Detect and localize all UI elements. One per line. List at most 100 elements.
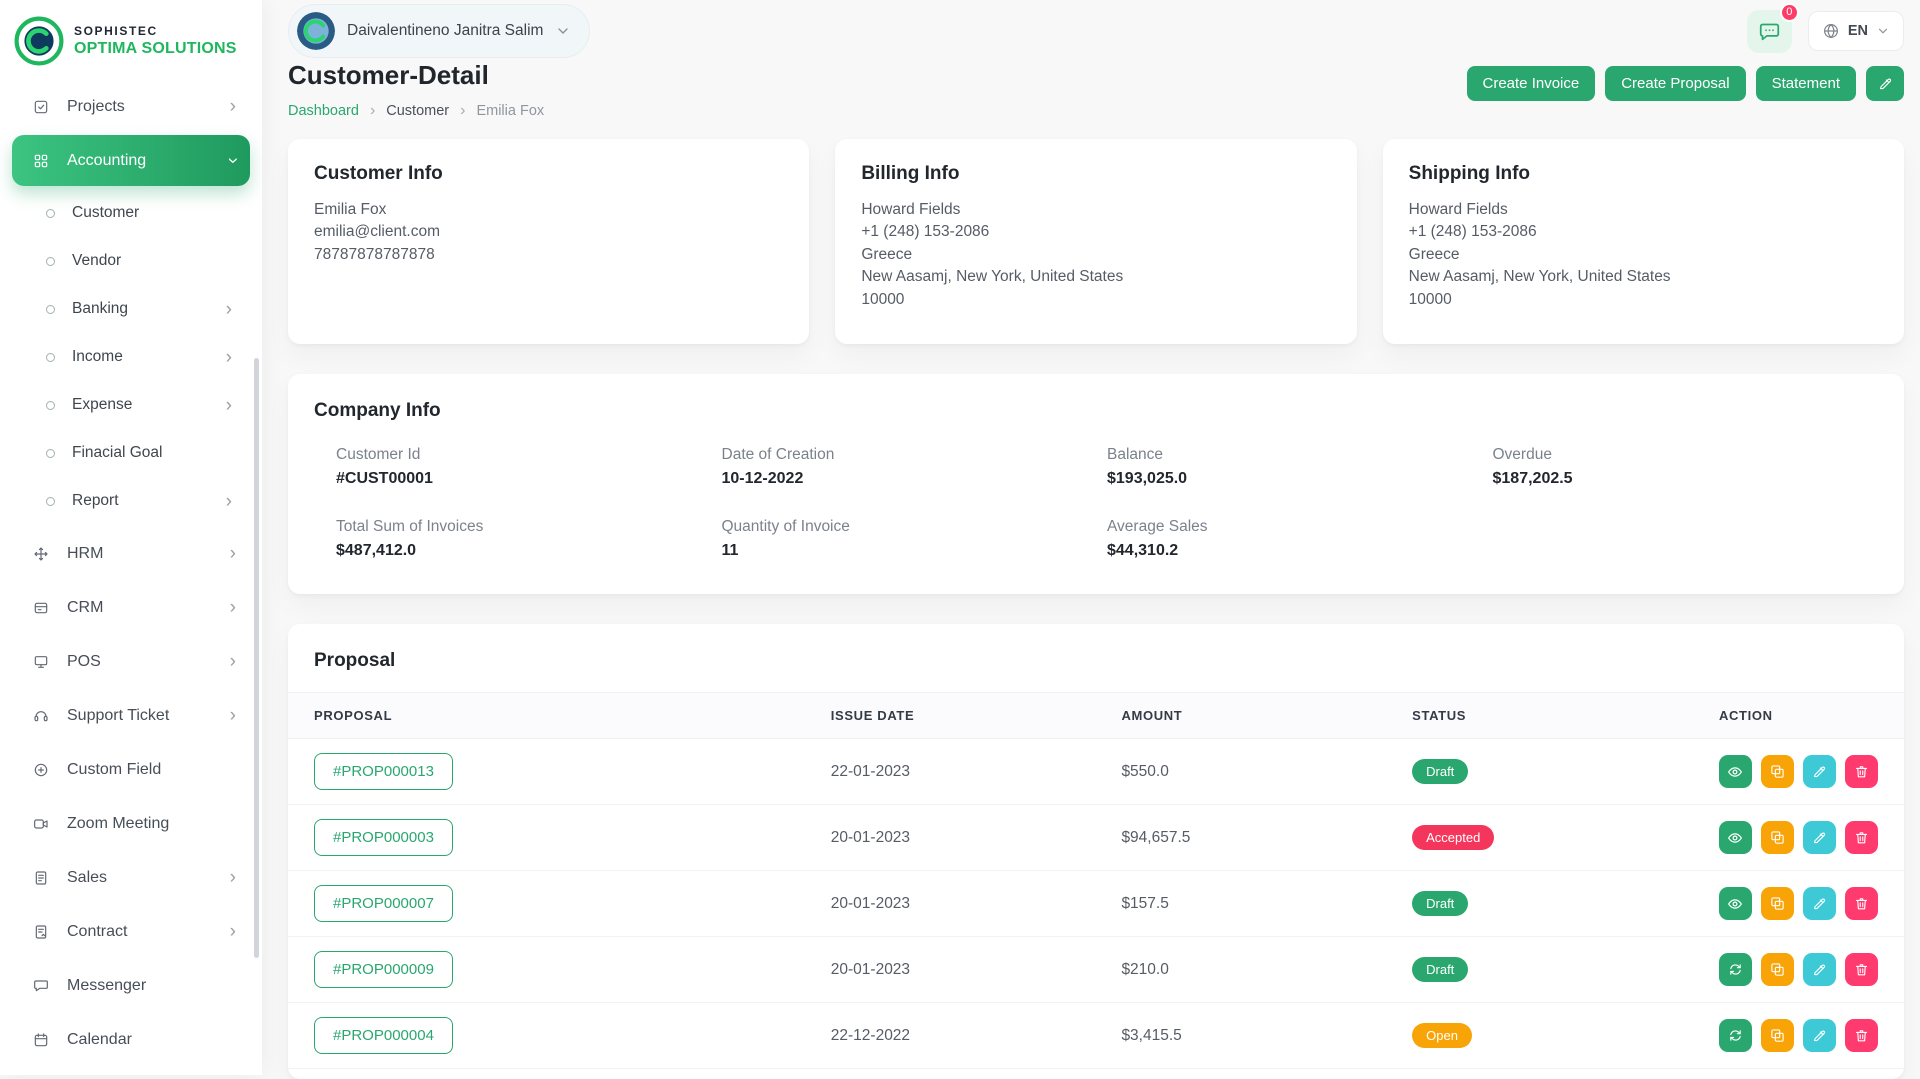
- delete-button[interactable]: [1845, 1019, 1878, 1052]
- billing-info-card: Billing InfoHoward Fields+1 (248) 153-20…: [835, 139, 1356, 344]
- sidebar-item-custom-field[interactable]: Custom Field: [12, 744, 250, 795]
- edit-button[interactable]: [1803, 821, 1836, 854]
- trash-icon: [1854, 962, 1869, 977]
- proposal-link-prop000013[interactable]: #PROP000013: [314, 753, 453, 790]
- sidebar-subitem-banking[interactable]: Banking›: [0, 285, 262, 333]
- sidebar-subitem-expense[interactable]: Expense›: [0, 381, 262, 429]
- edit-button[interactable]: [1803, 953, 1836, 986]
- proposal-table-header-row: PROPOSALISSUE DATEAMOUNTSTATUSACTION: [288, 693, 1904, 739]
- edit-button[interactable]: [1803, 887, 1836, 920]
- trash-icon: [1854, 830, 1869, 845]
- page-title: Customer-Detail: [288, 60, 544, 91]
- info-line: Greece: [861, 244, 1330, 265]
- sidebar-item-sales[interactable]: Sales›: [12, 852, 250, 903]
- sidebar-item-crm[interactable]: CRM›: [12, 582, 250, 633]
- duplicate-button[interactable]: [1761, 1019, 1794, 1052]
- nav-label: Support Ticket: [67, 707, 169, 725]
- pencil-icon: [1812, 962, 1827, 977]
- brand[interactable]: SOPHISTEC OPTIMA SOLUTIONS: [0, 0, 262, 78]
- create-proposal-button[interactable]: Create Proposal: [1605, 66, 1745, 101]
- eye-icon: [1727, 896, 1743, 912]
- calendar-icon: [30, 1032, 52, 1048]
- action-cell: [1693, 937, 1904, 1003]
- company-info-card: Company Info Customer Id#CUST00001Date o…: [288, 374, 1904, 594]
- company-field-date-of-creation: Date of Creation10-12-2022: [722, 446, 1108, 488]
- info-line: New Aasamj, New York, United States: [861, 266, 1330, 287]
- duplicate-button[interactable]: [1761, 821, 1794, 854]
- sidebar-item-accounting[interactable]: Accounting›: [12, 135, 250, 186]
- column-header-amount: AMOUNT: [1095, 693, 1386, 739]
- refresh-icon: [1728, 1028, 1743, 1043]
- duplicate-button[interactable]: [1761, 953, 1794, 986]
- field-value: $487,412.0: [336, 542, 722, 560]
- sidebar-subitem-report[interactable]: Report›: [0, 477, 262, 525]
- statement-button[interactable]: Statement: [1756, 66, 1856, 101]
- convert-button[interactable]: [1719, 1019, 1752, 1052]
- contract-icon: [30, 924, 52, 940]
- delete-button[interactable]: [1845, 953, 1878, 986]
- nav-label: HRM: [67, 545, 103, 563]
- sidebar-item-pos[interactable]: POS›: [12, 636, 250, 687]
- nav-label: Zoom Meeting: [67, 815, 169, 833]
- chevron-right-icon: ›: [230, 652, 236, 671]
- user-selector[interactable]: Daivalentineno Janitra Salim: [288, 4, 590, 58]
- convert-button[interactable]: [1719, 953, 1752, 986]
- chevron-right-icon: ›: [230, 97, 236, 116]
- view-button[interactable]: [1719, 755, 1752, 788]
- breadcrumb-item-dashboard[interactable]: Dashboard: [288, 103, 359, 119]
- edit-button[interactable]: [1803, 755, 1836, 788]
- breadcrumb-item-customer: Customer: [386, 103, 449, 119]
- sidebar-scrollbar[interactable]: [254, 358, 259, 958]
- delete-button[interactable]: [1845, 755, 1878, 788]
- nav-label: Vendor: [72, 252, 121, 270]
- language-label: EN: [1848, 23, 1868, 39]
- view-button[interactable]: [1719, 887, 1752, 920]
- proposal-link-prop000009[interactable]: #PROP000009: [314, 951, 453, 988]
- trash-icon: [1854, 1028, 1869, 1043]
- proposal-link-prop000003[interactable]: #PROP000003: [314, 819, 453, 856]
- amount-cell: $94,657.5: [1095, 805, 1386, 871]
- view-button[interactable]: [1719, 821, 1752, 854]
- language-selector[interactable]: EN: [1808, 11, 1904, 51]
- sidebar-subitem-income[interactable]: Income›: [0, 333, 262, 381]
- field-label: Customer Id: [336, 446, 722, 464]
- table-row: #PROP00000320-01-2023$94,657.5Accepted: [288, 805, 1904, 871]
- create-invoice-button[interactable]: Create Invoice: [1467, 66, 1596, 101]
- edit-button[interactable]: [1866, 66, 1904, 101]
- proposal-link-prop000007[interactable]: #PROP000007: [314, 885, 453, 922]
- sidebar-subitem-finacial-goal[interactable]: Finacial Goal: [0, 429, 262, 477]
- customer-info-card: Customer InfoEmilia Foxemilia@client.com…: [288, 139, 809, 344]
- duplicate-button[interactable]: [1761, 755, 1794, 788]
- edit-button[interactable]: [1803, 1019, 1836, 1052]
- sidebar-item-zoom-meeting[interactable]: Zoom Meeting: [12, 798, 250, 849]
- sidebar-item-calendar[interactable]: Calendar: [12, 1014, 250, 1065]
- sidebar-subitem-vendor[interactable]: Vendor: [0, 237, 262, 285]
- nav-label: Calendar: [67, 1031, 132, 1049]
- main-content: Daivalentineno Janitra Salim 0: [262, 0, 1920, 1075]
- delete-button[interactable]: [1845, 887, 1878, 920]
- action-cell: [1693, 805, 1904, 871]
- duplicate-button[interactable]: [1761, 887, 1794, 920]
- sidebar-item-messenger[interactable]: Messenger: [12, 960, 250, 1011]
- messages-button[interactable]: 0: [1747, 10, 1792, 53]
- sidebar-item-contract[interactable]: Contract›: [12, 906, 250, 957]
- table-row: #PROP00000920-01-2023$210.0Draft: [288, 937, 1904, 1003]
- info-line: emilia@client.com: [314, 221, 783, 242]
- amount-cell: $157.5: [1095, 871, 1386, 937]
- delete-button[interactable]: [1845, 821, 1878, 854]
- sidebar-item-projects[interactable]: Projects›: [12, 81, 250, 132]
- topbar-right: 0 EN: [1747, 10, 1904, 53]
- sales-icon: [30, 870, 52, 886]
- zoom-meeting-icon: [30, 816, 52, 832]
- copy-icon: [1770, 1028, 1785, 1043]
- nav-label: Customer: [72, 204, 139, 222]
- status-cell: Accepted: [1386, 805, 1693, 871]
- bullet-icon: [46, 257, 55, 266]
- sidebar-subitem-customer[interactable]: Customer: [0, 189, 262, 237]
- chevron-right-icon: ›: [226, 348, 232, 367]
- trash-icon: [1854, 896, 1869, 911]
- info-line: 78787878787878: [314, 244, 783, 265]
- sidebar-item-support-ticket[interactable]: Support Ticket›: [12, 690, 250, 741]
- sidebar-item-hrm[interactable]: HRM›: [12, 528, 250, 579]
- proposal-link-prop000004[interactable]: #PROP000004: [314, 1017, 453, 1054]
